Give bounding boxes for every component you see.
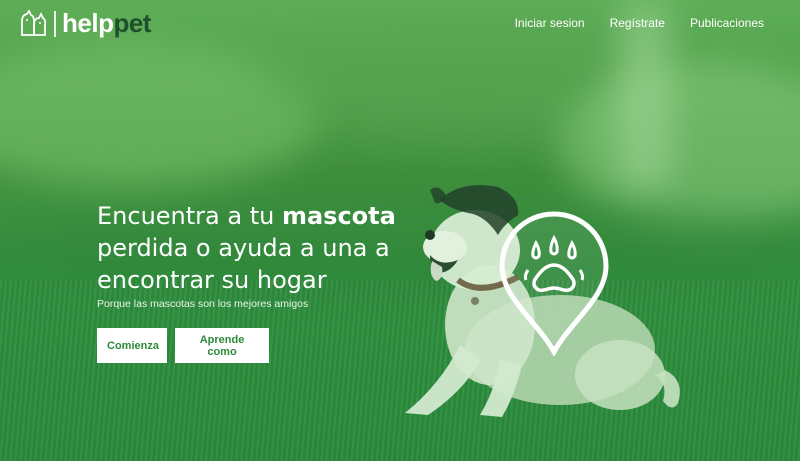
brand-logo[interactable]: helppet — [18, 8, 151, 39]
hero-headline-block: Encuentra a tu mascota perdida o ayuda a… — [97, 200, 427, 310]
nav-link-publications[interactable]: Publicaciones — [690, 16, 764, 30]
brand-name-part1: help — [62, 8, 114, 38]
brand-name-part2: pet — [113, 8, 151, 38]
top-navigation: Iniciar sesion Regístrate Publicaciones — [515, 16, 764, 30]
headline-prefix: Encuentra a tu — [97, 202, 282, 230]
headline-line-3: encontrar su hogar — [97, 266, 327, 294]
headline-bold-word: mascota — [281, 202, 396, 230]
brand-wordmark: helppet — [62, 8, 151, 39]
headline-line-2: perdida o ayuda a una a — [97, 234, 390, 262]
logo-divider — [54, 10, 56, 37]
dog-cat-logo-icon — [21, 8, 47, 36]
nav-link-register[interactable]: Regístrate — [610, 16, 665, 30]
hero-section: helppet Iniciar sesion Regístrate Public… — [0, 0, 800, 461]
hero-subtitle: Porque las mascotas son los mejores amig… — [97, 298, 309, 310]
learn-how-button[interactable]: Aprende como — [175, 328, 269, 363]
map-pin-paw-icon — [499, 211, 609, 356]
hero-buttons: Comienza Aprende como — [97, 328, 269, 363]
hero-headline: Encuentra a tu mascota perdida o ayuda a… — [97, 200, 427, 296]
start-button[interactable]: Comienza — [97, 328, 167, 363]
nav-link-login[interactable]: Iniciar sesion — [515, 16, 585, 30]
